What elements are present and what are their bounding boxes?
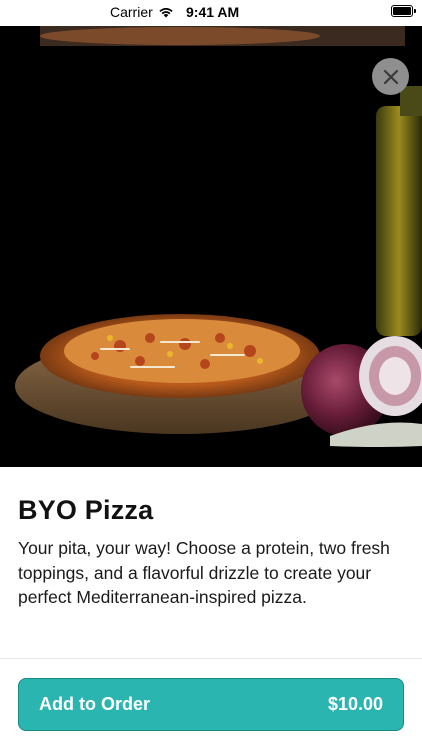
wifi-icon (159, 8, 173, 18)
close-icon (383, 69, 398, 84)
add-to-order-button[interactable]: Add to Order $10.00 (18, 678, 404, 731)
battery-icon (391, 5, 416, 17)
pizza-photo (15, 26, 422, 447)
product-title: BYO Pizza (18, 495, 154, 525)
product-hero-image (0, 26, 422, 467)
divider (0, 658, 422, 659)
status-time: 9:41 AM (186, 4, 240, 20)
close-button[interactable] (372, 58, 409, 95)
product-description: Your pita, your way! Choose a protein, t… (18, 538, 390, 607)
status-bar: Carrier 9:41 AM (0, 0, 422, 26)
add-to-order-label: Add to Order (39, 694, 150, 714)
price-label: $10.00 (327, 694, 383, 714)
carrier-label: Carrier (110, 4, 153, 20)
